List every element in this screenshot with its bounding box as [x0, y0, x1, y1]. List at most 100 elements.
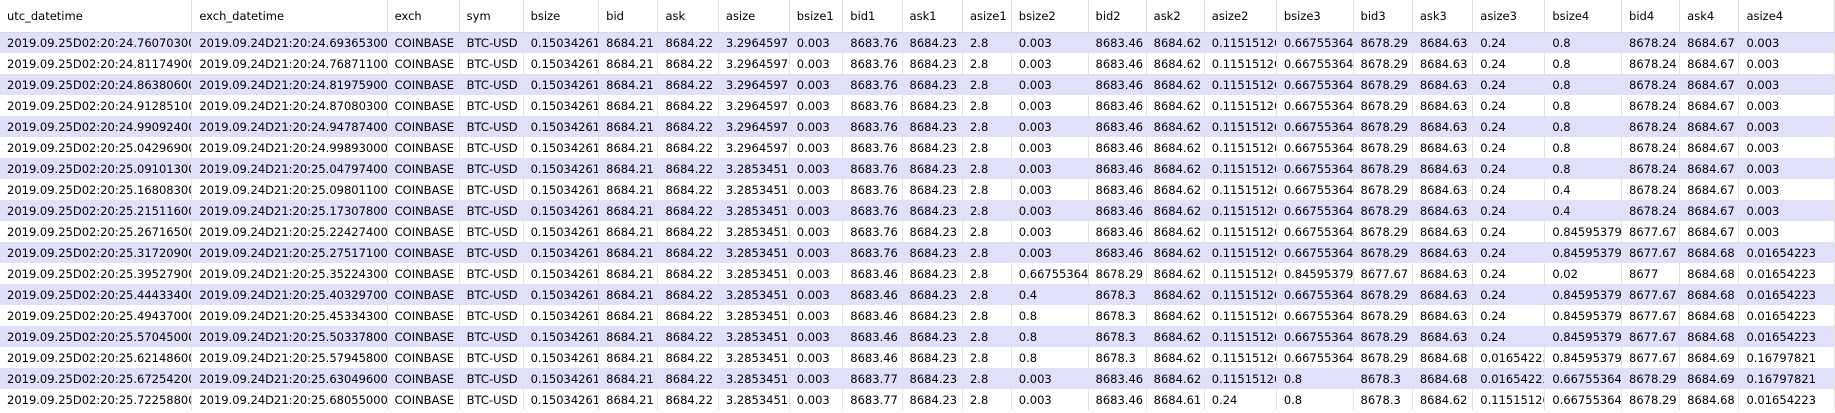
table-cell-asize3[interactable]: 0.11515126 — [1472, 389, 1546, 410]
table-cell-sym[interactable]: BTC-USD — [459, 221, 524, 242]
table-cell-ask4[interactable]: 8684.67 — [1679, 95, 1740, 116]
table-cell-ask2[interactable]: 8684.62 — [1146, 242, 1205, 263]
table-cell-ask[interactable]: 8684.22 — [657, 32, 719, 53]
table-cell-bsize4[interactable]: 0.84595379 — [1544, 221, 1623, 242]
table-cell-ask3[interactable]: 8684.63 — [1412, 242, 1474, 263]
table-cell-exch[interactable]: COINBASE — [387, 305, 460, 326]
table-cell-bsize4[interactable]: 0.8 — [1544, 137, 1623, 158]
table-cell-asize3[interactable]: 0.24 — [1472, 200, 1546, 221]
table-cell-ask1[interactable]: 8684.23 — [902, 179, 963, 200]
table-cell-asize3[interactable]: 0.24 — [1472, 74, 1546, 95]
table-cell-ask4[interactable]: 8684.68 — [1679, 389, 1740, 410]
table-cell-bsize[interactable]: 0.15034261 — [523, 53, 600, 74]
table-cell-ask2[interactable]: 8684.62 — [1146, 74, 1205, 95]
table-cell-bid3[interactable]: 8678.29 — [1353, 242, 1413, 263]
table-cell-bsize[interactable]: 0.15034261 — [523, 116, 600, 137]
table-cell-bsize3[interactable]: 0.66755364 — [1276, 242, 1354, 263]
table-cell-bid1[interactable]: 8683.76 — [842, 200, 903, 221]
table-row[interactable]: 2019.09.25D02:20:25.395279000 2019.09.24D… — [0, 263, 1835, 284]
table-cell-asize1[interactable]: 2.8 — [962, 347, 1012, 368]
table-cell-ask1[interactable]: 8684.23 — [902, 32, 963, 53]
table-cell-exch[interactable]: COINBASE — [387, 116, 460, 137]
table-cell-asize[interactable]: 3.28534511 — [718, 305, 790, 326]
table-cell-exch-datetime[interactable]: 2019.09.24D21:20:25.453343000 — [191, 305, 388, 326]
table-cell-exch[interactable]: COINBASE — [387, 137, 460, 158]
table-cell-sym[interactable]: BTC-USD — [459, 179, 524, 200]
table-cell-asize1[interactable]: 2.8 — [962, 305, 1012, 326]
table-cell-asize4[interactable]: 0.003 — [1738, 158, 1835, 179]
table-cell-ask3[interactable]: 8684.63 — [1412, 200, 1474, 221]
table-cell-bid[interactable]: 8684.21 — [598, 95, 659, 116]
table-row[interactable]: 2019.09.25D02:20:25.570450000 2019.09.24D… — [0, 326, 1835, 347]
table-cell-bsize2[interactable]: 0.003 — [1011, 116, 1089, 137]
table-cell-bid2[interactable]: 8683.46 — [1088, 221, 1147, 242]
table-cell-ask4[interactable]: 8684.67 — [1679, 32, 1740, 53]
table-cell-ask1[interactable]: 8684.23 — [902, 389, 963, 410]
table-cell-bid3[interactable]: 8678.29 — [1353, 305, 1413, 326]
table-cell-exch[interactable]: COINBASE — [387, 158, 460, 179]
table-cell-bsize4[interactable]: 0.4 — [1544, 179, 1623, 200]
table-cell-bid[interactable]: 8684.21 — [598, 179, 659, 200]
table-cell-utc-datetime[interactable]: 2019.09.25D02:20:25.168083000 — [0, 179, 193, 200]
table-cell-asize2[interactable]: 0.11515126 — [1204, 305, 1277, 326]
table-cell-exch-datetime[interactable]: 2019.09.24D21:20:24.870803000 — [191, 95, 388, 116]
table-cell-bsize3[interactable]: 0.66755364 — [1276, 95, 1354, 116]
table-cell-bid1[interactable]: 8683.76 — [842, 95, 903, 116]
table-cell-exch-datetime[interactable]: 2019.09.24D21:20:24.947874000 — [191, 116, 388, 137]
table-cell-exch[interactable]: COINBASE — [387, 95, 460, 116]
table-cell-ask4[interactable]: 8684.68 — [1679, 326, 1740, 347]
table-cell-ask[interactable]: 8684.22 — [657, 242, 719, 263]
column-header-bsize[interactable]: bsize — [523, 0, 600, 33]
table-row[interactable]: 2019.09.25D02:20:25.215116000 2019.09.24D… — [0, 200, 1835, 221]
table-row[interactable]: 2019.09.25D02:20:25.672542000 2019.09.24D… — [0, 368, 1835, 389]
column-header-ask3[interactable]: ask3 — [1412, 0, 1474, 33]
table-cell-ask3[interactable]: 8684.63 — [1412, 158, 1474, 179]
table-cell-asize[interactable]: 3.28534511 — [718, 368, 790, 389]
table-cell-asize2[interactable]: 0.11515126 — [1204, 242, 1277, 263]
table-cell-bid[interactable]: 8684.21 — [598, 200, 659, 221]
table-cell-bid2[interactable]: 8683.46 — [1088, 200, 1147, 221]
table-cell-ask4[interactable]: 8684.67 — [1679, 158, 1740, 179]
table-cell-ask2[interactable]: 8684.62 — [1146, 305, 1205, 326]
table-cell-ask1[interactable]: 8684.23 — [902, 347, 963, 368]
table-cell-asize[interactable]: 3.28534511 — [718, 242, 790, 263]
table-cell-bid2[interactable]: 8683.46 — [1088, 368, 1147, 389]
table-cell-bid3[interactable]: 8677.67 — [1353, 263, 1413, 284]
table-cell-asize[interactable]: 3.29645977 — [718, 95, 790, 116]
table-cell-ask[interactable]: 8684.22 — [657, 95, 719, 116]
column-header-asize2[interactable]: asize2 — [1204, 0, 1277, 33]
table-cell-exch[interactable]: COINBASE — [387, 368, 460, 389]
table-cell-bsize[interactable]: 0.15034261 — [523, 200, 600, 221]
table-cell-exch[interactable]: COINBASE — [387, 242, 460, 263]
table-cell-bid1[interactable]: 8683.76 — [842, 137, 903, 158]
table-cell-bsize[interactable]: 0.15034261 — [523, 179, 600, 200]
table-cell-bid4[interactable]: 8678.29 — [1621, 389, 1681, 410]
table-cell-sym[interactable]: BTC-USD — [459, 326, 524, 347]
table-row[interactable]: 2019.09.25D02:20:25.722588000 2019.09.24D… — [0, 389, 1835, 410]
data-grid[interactable]: utc_datetime exch_datetime exch sym bsize bid… — [0, 0, 1835, 413]
table-cell-ask1[interactable]: 8684.23 — [902, 305, 963, 326]
table-cell-exch-datetime[interactable]: 2019.09.24D21:20:24.693653000 — [191, 32, 388, 53]
table-cell-exch-datetime[interactable]: 2019.09.24D21:20:25.403297000 — [191, 284, 388, 305]
table-cell-ask2[interactable]: 8684.62 — [1146, 53, 1205, 74]
table-cell-utc-datetime[interactable]: 2019.09.25D02:20:24.990924000 — [0, 116, 193, 137]
table-cell-asize[interactable]: 3.28534511 — [718, 326, 790, 347]
table-cell-ask4[interactable]: 8684.67 — [1679, 74, 1740, 95]
table-cell-bid[interactable]: 8684.21 — [598, 74, 659, 95]
table-cell-bsize2[interactable]: 0.003 — [1011, 137, 1089, 158]
table-cell-utc-datetime[interactable]: 2019.09.25D02:20:25.722588000 — [0, 389, 193, 410]
table-cell-bid3[interactable]: 8678.29 — [1353, 53, 1413, 74]
table-cell-bsize3[interactable]: 0.66755364 — [1276, 200, 1354, 221]
column-header-bsize2[interactable]: bsize2 — [1011, 0, 1089, 33]
table-cell-asize3[interactable]: 0.24 — [1472, 95, 1546, 116]
table-cell-bsize1[interactable]: 0.003 — [789, 95, 844, 116]
table-cell-ask4[interactable]: 8684.67 — [1679, 137, 1740, 158]
table-cell-bsize1[interactable]: 0.003 — [789, 305, 844, 326]
table-cell-asize1[interactable]: 2.8 — [962, 368, 1012, 389]
table-cell-ask4[interactable]: 8684.68 — [1679, 242, 1740, 263]
table-cell-bsize[interactable]: 0.15034261 — [523, 95, 600, 116]
table-cell-ask[interactable]: 8684.22 — [657, 53, 719, 74]
table-cell-exch[interactable]: COINBASE — [387, 284, 460, 305]
table-row[interactable]: 2019.09.25D02:20:25.042969000 2019.09.24D… — [0, 137, 1835, 158]
table-cell-bsize1[interactable]: 0.003 — [789, 389, 844, 410]
